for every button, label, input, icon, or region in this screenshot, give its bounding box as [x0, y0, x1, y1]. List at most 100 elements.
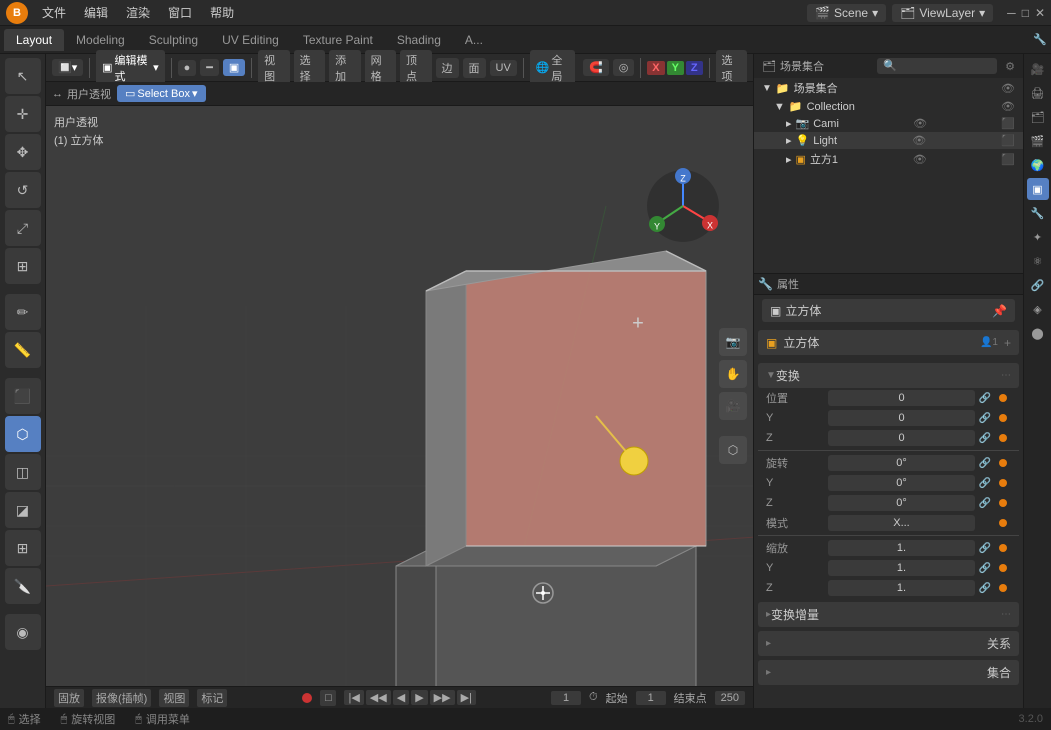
maximize-button[interactable]: □	[1022, 6, 1029, 20]
add-menu[interactable]: 添加	[329, 50, 360, 86]
keying-btn[interactable]: 报像(插帧)	[92, 689, 151, 707]
tab-more[interactable]: A...	[453, 29, 495, 51]
scale-x-dot[interactable]	[995, 544, 1011, 552]
coll-visibility-icon[interactable]: 👁	[1001, 100, 1015, 113]
physics-props-btn[interactable]: ⚛	[1027, 250, 1049, 272]
menu-file[interactable]: 文件	[34, 2, 74, 23]
collections-header[interactable]: ▸ 集合	[758, 660, 1019, 685]
delta-options[interactable]: ⋯	[1001, 609, 1011, 620]
outliner-search[interactable]	[877, 58, 997, 74]
data-props-btn[interactable]: ◈	[1027, 298, 1049, 320]
vert-select-btn[interactable]: ●	[178, 60, 197, 76]
face-menu[interactable]: 面	[463, 58, 486, 78]
tab-layout[interactable]: Layout	[4, 29, 64, 51]
view-layer-selector[interactable]: 🗂 ViewLayer ▾	[892, 4, 993, 22]
extrude-btn[interactable]: ⬡	[5, 416, 41, 452]
end-frame-input[interactable]: 250	[715, 691, 745, 705]
cube-visibility-icon[interactable]: 👁	[913, 153, 927, 166]
3d-viewport[interactable]: + 用户透视 (1) 立方体 Z X	[46, 106, 753, 686]
scale-y-dot[interactable]	[995, 564, 1011, 572]
outliner-scene-collection[interactable]: ▼ 📁 场景集合 👁	[754, 78, 1023, 98]
move-tool-btn[interactable]: ✥	[5, 134, 41, 170]
tab-modeling[interactable]: Modeling	[64, 29, 137, 51]
current-frame-input[interactable]: 1	[551, 691, 581, 705]
light-render-icon[interactable]: ⬛	[1001, 134, 1015, 147]
scale-tool-btn[interactable]: ⤢	[5, 210, 41, 246]
loop-cut-btn[interactable]: ⊞	[5, 530, 41, 566]
tab-uv-editing[interactable]: UV Editing	[210, 29, 291, 51]
position-x-lock[interactable]: 🔗	[977, 393, 993, 404]
edge-select-btn[interactable]: ━	[200, 59, 219, 76]
menu-edit[interactable]: 编辑	[76, 2, 116, 23]
position-x-input[interactable]: 0	[828, 390, 975, 406]
play-btn[interactable]: ▶	[411, 690, 427, 705]
edge-menu[interactable]: 边	[436, 58, 459, 78]
outliner-light[interactable]: ▸ 💡 Light 👁 ⬛	[754, 132, 1023, 149]
z-orient-btn[interactable]: Z	[686, 61, 703, 75]
playback-square[interactable]: □	[320, 690, 336, 706]
cube-render-icon[interactable]: ⬛	[1001, 153, 1015, 166]
scale-y-input[interactable]: 1.	[828, 560, 975, 576]
face-select-btn[interactable]: ▣	[223, 59, 245, 76]
new-datablock-icon[interactable]: +	[1004, 336, 1011, 350]
scene-selector[interactable]: 🎬 Scene ▾	[807, 4, 886, 22]
scale-y-lock[interactable]: 🔗	[977, 563, 993, 574]
menu-help[interactable]: 帮助	[202, 2, 242, 23]
transform-options-icon[interactable]: ⋯	[1001, 370, 1011, 381]
filter-icon[interactable]: ⚙	[1005, 60, 1015, 73]
x-orient-btn[interactable]: X	[647, 61, 664, 75]
camera-view-btn[interactable]: 📷	[719, 328, 747, 356]
tab-shading[interactable]: Shading	[385, 29, 453, 51]
smooth-btn[interactable]: ◉	[5, 614, 41, 650]
light-visibility-icon[interactable]: 👁	[912, 134, 926, 147]
outliner-camera[interactable]: ▸ 📷 Cami 👁 ⬛	[754, 115, 1023, 132]
scale-x-lock[interactable]: 🔗	[977, 543, 993, 554]
mode-dot[interactable]	[995, 519, 1011, 527]
rotation-y-dot[interactable]	[995, 479, 1011, 487]
measure-tool-btn[interactable]: 📏	[5, 332, 41, 368]
position-x-dot[interactable]	[995, 394, 1011, 402]
mode-selector[interactable]: ▣ 编辑模式 ▾	[96, 50, 165, 86]
rotation-mode-select[interactable]: X...	[828, 515, 975, 531]
select-box-button[interactable]: ▭ Select Box ▾	[117, 85, 206, 102]
uv-menu[interactable]: UV	[490, 60, 517, 76]
proportional-btn[interactable]: ◎	[613, 59, 635, 76]
fly-btn[interactable]: 🎥	[719, 392, 747, 420]
vertex-menu[interactable]: 顶点	[400, 50, 431, 86]
rotation-z-dot[interactable]	[995, 499, 1011, 507]
transform-tool-btn[interactable]: ⊞	[5, 248, 41, 284]
material-props-btn[interactable]: ⬤	[1027, 322, 1049, 344]
rotation-y-lock[interactable]: 🔗	[977, 478, 993, 489]
view-tl-btn[interactable]: 视图	[159, 689, 189, 707]
position-y-lock[interactable]: 🔗	[977, 413, 993, 424]
play-back-btn[interactable]: ◀	[393, 690, 409, 705]
constraints-props-btn[interactable]: 🔗	[1027, 274, 1049, 296]
delta-transform-header[interactable]: ▸ 变换增量 ⋯	[758, 602, 1019, 627]
visibility-icon[interactable]: 👁	[1001, 82, 1015, 95]
rotation-x-input[interactable]: 0°	[828, 455, 975, 471]
rotation-x-dot[interactable]	[995, 459, 1011, 467]
mesh-menu[interactable]: 网格	[365, 50, 396, 86]
step-back-btn[interactable]: ◀◀	[366, 690, 391, 705]
rotation-z-input[interactable]: 0°	[828, 495, 975, 511]
snap-btn[interactable]: 🧲	[583, 59, 609, 76]
transform-header[interactable]: ▼ 变换 ⋯	[758, 363, 1019, 388]
pin-icon[interactable]: 📌	[992, 304, 1007, 318]
position-y-input[interactable]: 0	[828, 410, 975, 426]
start-frame-input[interactable]: 1	[636, 691, 666, 705]
markers-btn[interactable]: 标记	[197, 689, 227, 707]
skip-start-btn[interactable]: |◀	[344, 690, 363, 705]
skip-end-btn[interactable]: ▶|	[457, 690, 476, 705]
rotation-x-lock[interactable]: 🔗	[977, 458, 993, 469]
tab-sculpting[interactable]: Sculpting	[137, 29, 210, 51]
menu-render[interactable]: 渲染	[118, 2, 158, 23]
outliner-collection[interactable]: ▼ 📁 Collection 👁	[754, 98, 1023, 115]
outliner-cube[interactable]: ▸ ▣ 立方1 👁 ⬛	[754, 149, 1023, 169]
cam-render-icon[interactable]: ⬛	[1001, 117, 1015, 130]
cursor-tool-btn[interactable]: ✛	[5, 96, 41, 132]
global-local-btn[interactable]: 🌐 全局	[530, 50, 575, 86]
blender-logo[interactable]: B	[6, 2, 28, 24]
editor-type-selector[interactable]: 🔲▾	[52, 59, 83, 76]
rotation-y-input[interactable]: 0°	[828, 475, 975, 491]
add-cube-btn[interactable]: ⬛	[5, 378, 41, 414]
